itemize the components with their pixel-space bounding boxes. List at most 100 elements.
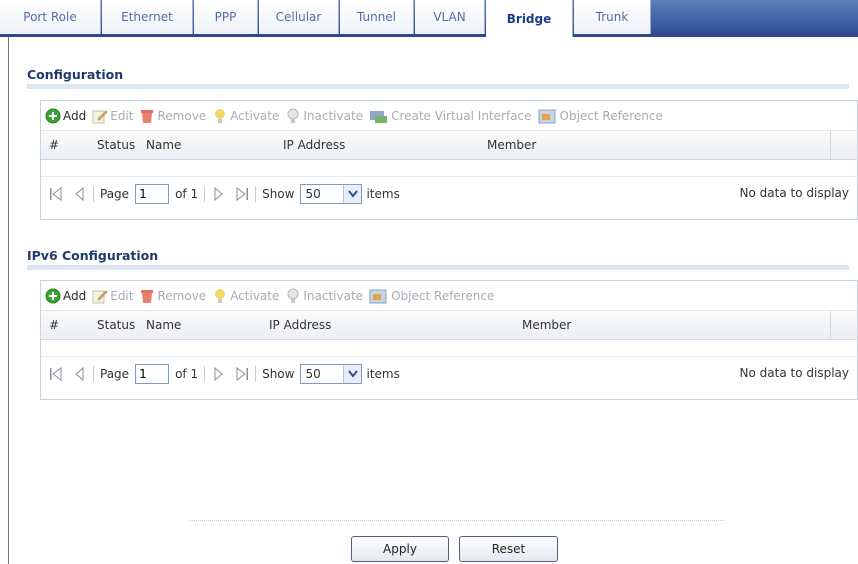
tab-ppp[interactable]: PPP [194,0,258,34]
first-page-icon[interactable] [49,367,63,381]
pager-separator [255,366,257,382]
add-label: Add [63,108,87,123]
last-page-icon[interactable] [235,187,249,201]
column-header-status[interactable]: Status [97,138,135,152]
pager-separator [255,186,257,202]
configuration-toolbar: Add Edit Remove Activate Inactivate Crea… [41,101,857,131]
section-title-ipv6-configuration: IPv6 Configuration [27,248,159,263]
lightbulb-off-icon [285,108,301,124]
tab-vlan[interactable]: VLAN [415,0,485,34]
ipv6-table-panel: Add Edit Remove Activate Inactivate Obje… [40,280,858,400]
next-page-icon[interactable] [211,186,225,202]
button-divider [190,520,725,521]
content-left-border [8,37,9,564]
edit-label: Edit [110,108,134,123]
configuration-table-panel: Add Edit Remove Activate Inactivate Crea… [40,100,858,220]
page-count-label: of 1 [175,187,199,201]
ipv6-add-button[interactable]: Add [45,288,86,304]
column-separator [830,311,831,339]
add-label: Add [63,288,87,303]
tab-ethernet[interactable]: Ethernet [102,0,193,34]
section-rule-ipv6 [27,265,849,270]
page-label: Page [100,367,130,381]
object-reference-icon [538,108,558,124]
tab-cellular[interactable]: Cellular [259,0,339,34]
items-per-page-value: 50 [305,187,321,201]
previous-page-icon[interactable] [73,186,87,202]
empty-table-row [41,340,857,357]
configuration-pager: Page of 1 Show 50 items No data to displ… [41,177,857,211]
activate-label: Activate [230,108,280,123]
reset-button[interactable]: Reset [459,536,558,562]
apply-button[interactable]: Apply [351,536,449,562]
object-reference-icon [369,288,389,304]
create-virtual-interface-button[interactable]: Create Virtual Interface [369,108,532,124]
items-label: items [366,367,400,381]
ipv6-toolbar: Add Edit Remove Activate Inactivate Obje… [41,281,857,311]
create-virtual-interface-label: Create Virtual Interface [391,108,532,123]
object-reference-button[interactable]: Object Reference [538,108,663,124]
activate-button[interactable]: Activate [212,108,279,124]
edit-button[interactable]: Edit [92,108,133,124]
column-header-ip-address[interactable]: IP Address [283,138,345,152]
previous-page-icon[interactable] [73,366,87,382]
add-icon [45,108,61,124]
activate-label: Activate [230,288,280,303]
last-page-icon[interactable] [235,367,249,381]
section-rule-configuration [27,84,849,89]
tab-tunnel[interactable]: Tunnel [340,0,414,34]
page-number-input[interactable] [135,184,170,204]
object-reference-label: Object Reference [391,288,495,303]
column-separator [830,131,831,159]
column-header-member[interactable]: Member [522,318,571,332]
show-label: Show [262,187,295,201]
page-number-input[interactable] [135,364,170,384]
ipv6-activate-button[interactable]: Activate [212,288,279,304]
ipv6-object-reference-button[interactable]: Object Reference [369,288,494,304]
tab-trunk[interactable]: Trunk [574,0,651,34]
remove-label: Remove [157,108,207,123]
page-count-label: of 1 [175,367,199,381]
items-per-page-select[interactable]: 50 [300,184,363,204]
tab-bar: Port Role Ethernet PPP Cellular Tunnel V… [0,0,858,38]
first-page-icon[interactable] [49,187,63,201]
ipv6-table-header: # Status Name IP Address Member [41,311,857,340]
trash-icon [139,108,155,124]
remove-label: Remove [157,288,207,303]
column-header-status[interactable]: Status [97,318,135,332]
edit-icon [92,108,108,124]
chevron-down-icon [343,365,362,383]
column-header-number: # [49,318,60,332]
column-header-number: # [49,138,60,152]
pager-separator [204,186,206,202]
items-label: items [366,187,400,201]
ipv6-inactivate-button[interactable]: Inactivate [285,288,363,304]
remove-button[interactable]: Remove [139,108,206,124]
pager-separator [93,186,94,202]
lightbulb-on-icon [212,288,228,304]
column-header-ip-address[interactable]: IP Address [269,318,331,332]
chevron-down-icon [343,185,362,203]
ipv6-pager: Page of 1 Show 50 items No data to displ… [41,357,857,391]
tab-bridge[interactable]: Bridge [486,0,573,37]
ipv6-edit-button[interactable]: Edit [92,288,133,304]
empty-table-row [41,160,857,177]
add-button[interactable]: Add [45,108,86,124]
configuration-table-header: # Status Name IP Address Member [41,131,857,160]
no-data-message: No data to display [739,186,849,200]
ipv6-remove-button[interactable]: Remove [139,288,206,304]
edit-icon [92,288,108,304]
virtual-interface-icon [369,108,389,124]
column-header-name[interactable]: Name [146,138,181,152]
items-per-page-select[interactable]: 50 [300,364,363,384]
next-page-icon[interactable] [211,366,225,382]
tab-port-role[interactable]: Port Role [0,0,101,34]
lightbulb-off-icon [285,288,301,304]
page-label: Page [100,187,130,201]
inactivate-button[interactable]: Inactivate [285,108,363,124]
show-label: Show [262,367,295,381]
object-reference-label: Object Reference [559,108,663,123]
edit-label: Edit [110,288,134,303]
column-header-member[interactable]: Member [487,138,536,152]
column-header-name[interactable]: Name [146,318,181,332]
